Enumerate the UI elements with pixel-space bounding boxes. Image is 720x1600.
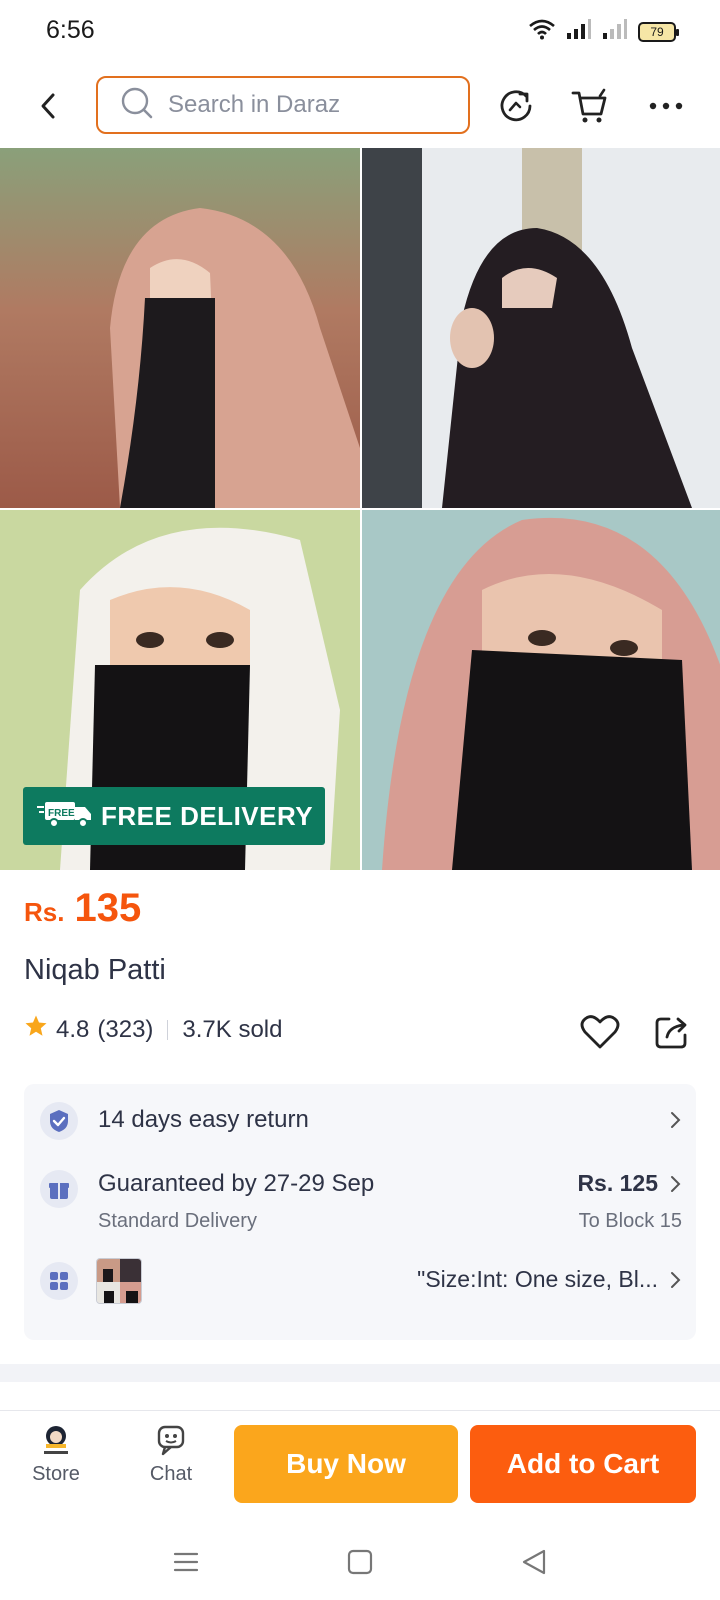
header: Search in Daraz: [0, 64, 720, 148]
variant-text: "Size:Int: One size, Bl...: [417, 1266, 658, 1292]
price-value: 135: [74, 886, 142, 930]
service-info-card: 14 days easy return Guaranteed by 27-29 …: [24, 1084, 696, 1340]
chevron-right-icon: [668, 1110, 682, 1130]
chevron-right-icon: [668, 1174, 682, 1194]
status-icons: 79: [528, 18, 679, 45]
back-nav-button[interactable]: [514, 1542, 554, 1582]
chat-icon: [126, 1421, 216, 1459]
variant-selector-row[interactable]: "Size:Int: One size, Bl...: [40, 1254, 682, 1308]
store-button[interactable]: Store: [11, 1421, 101, 1486]
more-button[interactable]: [642, 82, 690, 130]
shield-check-icon: [40, 1102, 78, 1140]
product-photo-4: [362, 510, 720, 870]
refresh-icon: [500, 90, 532, 122]
wishlist-button[interactable]: [578, 1010, 622, 1054]
store-label: Store: [32, 1463, 80, 1485]
divider: [167, 1019, 169, 1040]
chevron-right-icon: [668, 1270, 682, 1290]
system-navigation-bar: [0, 1520, 720, 1600]
gift-box-icon: [40, 1170, 78, 1208]
price-currency: Rs.: [24, 897, 65, 927]
buy-now-button[interactable]: Buy Now: [234, 1425, 458, 1503]
delivery-type-text: Standard Delivery: [98, 1210, 257, 1232]
grid-icon: [40, 1262, 78, 1300]
home-nav-button[interactable]: [340, 1542, 380, 1582]
delivery-truck-icon: FREE: [37, 797, 93, 836]
free-delivery-badge: FREE FREE DELIVERY: [23, 787, 325, 845]
section-divider: [0, 1364, 720, 1382]
status-time: 6:56: [46, 16, 95, 44]
heart-icon: [580, 1015, 620, 1049]
status-bar: 6:56 79: [0, 0, 720, 64]
menu-icon: [173, 1552, 199, 1572]
chat-button[interactable]: Chat: [126, 1421, 216, 1486]
battery-icon: 79: [638, 21, 679, 42]
rating-value: 4.8: [56, 1015, 90, 1043]
search-placeholder: Search in Daraz: [168, 91, 341, 118]
delivery-guarantee-text: Guaranteed by 27-29 Sep: [98, 1170, 375, 1197]
star-icon: [24, 1014, 48, 1045]
rating-row[interactable]: 4.8 (323) 3.7K sold: [24, 1014, 282, 1045]
chat-label: Chat: [149, 1463, 193, 1485]
bottom-action-bar: Store Chat Buy Now Add to Cart: [0, 1410, 720, 1520]
sold-count: 3.7K sold: [182, 1015, 283, 1043]
cart-icon: [571, 88, 607, 123]
delivery-destination: To Block 15: [578, 1210, 682, 1232]
delivery-row[interactable]: Guaranteed by 27-29 Sep Standard Deliver…: [40, 1168, 682, 1246]
more-horizontal-icon: [649, 102, 683, 110]
cart-button[interactable]: [566, 82, 614, 130]
signal-icon-sim2: [602, 18, 628, 45]
signal-icon-sim1: [566, 18, 592, 45]
share-icon: [655, 1017, 687, 1049]
delivery-fee: Rs. 125: [577, 1170, 658, 1196]
add-to-cart-button[interactable]: Add to Cart: [470, 1425, 696, 1503]
search-icon: [120, 86, 154, 125]
free-delivery-text: FREE DELIVERY: [101, 800, 314, 831]
product-photo-1: [0, 148, 360, 508]
menu-nav-button[interactable]: [166, 1542, 206, 1582]
chevron-left-icon: [41, 93, 55, 119]
review-count: (323): [97, 1015, 154, 1043]
home-square-icon: [347, 1549, 373, 1575]
product-image-gallery[interactable]: [0, 148, 720, 870]
back-button[interactable]: [28, 84, 68, 128]
triangle-back-icon: [522, 1549, 546, 1575]
return-policy-row[interactable]: 14 days easy return: [40, 1098, 682, 1148]
store-logo-icon: [11, 1421, 101, 1459]
return-policy-text: 14 days easy return: [98, 1106, 309, 1133]
search-input[interactable]: Search in Daraz: [96, 76, 470, 134]
variant-thumbnail: [96, 1258, 142, 1304]
share-button[interactable]: [650, 1010, 694, 1054]
product-photo-2: [362, 148, 720, 508]
product-title: Niqab Patti: [24, 954, 166, 986]
product-price: Rs. 135: [24, 886, 141, 931]
refresh-button[interactable]: [492, 82, 540, 130]
truck-label: FREE: [48, 808, 75, 819]
wifi-icon: [528, 18, 556, 45]
